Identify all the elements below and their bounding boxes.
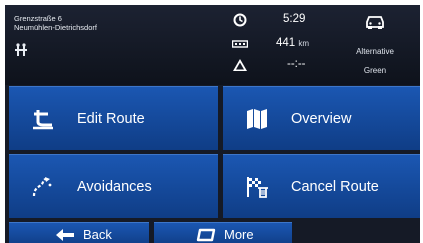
- back-label: Back: [83, 227, 112, 242]
- destination-poi-icon: [15, 43, 27, 56]
- avoidances-label: Avoidances: [77, 178, 152, 195]
- street-address: Grenzstraße 6: [14, 14, 62, 23]
- avoidances-button[interactable]: Avoidances: [9, 154, 218, 218]
- edit-route-button[interactable]: Edit Route: [9, 86, 218, 150]
- route-variant: Green: [363, 66, 387, 75]
- more-button[interactable]: More: [154, 222, 292, 243]
- route-menu-screen: Grenzstraße 6 Neumühlen-Dietrichsdorf 5:…: [5, 5, 420, 243]
- district-name: Neumühlen-Dietrichsdorf: [14, 23, 97, 32]
- overview-button[interactable]: Overview: [223, 86, 420, 150]
- distance-icon: [232, 40, 248, 48]
- back-button[interactable]: Back: [9, 222, 149, 243]
- eta-value: --:--: [287, 58, 306, 70]
- back-arrow-icon: [56, 228, 74, 241]
- edit-route-label: Edit Route: [77, 110, 145, 127]
- cancel-route-button[interactable]: Cancel Route: [223, 154, 420, 218]
- remaining-time: 5:29: [283, 13, 306, 25]
- clock-icon: [233, 13, 247, 27]
- more-label: More: [224, 227, 254, 242]
- more-icon: [196, 228, 216, 241]
- distance-value: 441: [276, 37, 296, 49]
- map-icon: [247, 108, 267, 129]
- edit-route-icon: [33, 109, 53, 129]
- remaining-distance: 441 km: [276, 37, 309, 49]
- cancel-route-label: Cancel Route: [291, 178, 379, 195]
- avoid-route-icon: [32, 176, 52, 196]
- overview-label: Overview: [291, 110, 352, 127]
- warning-icon: [233, 59, 247, 71]
- route-method: Alternative: [356, 47, 394, 56]
- route-info-bar: Grenzstraße 6 Neumühlen-Dietrichsdorf 5:…: [5, 5, 420, 85]
- car-icon: [366, 16, 384, 29]
- cancel-route-icon: [247, 176, 268, 198]
- distance-unit: km: [298, 39, 310, 48]
